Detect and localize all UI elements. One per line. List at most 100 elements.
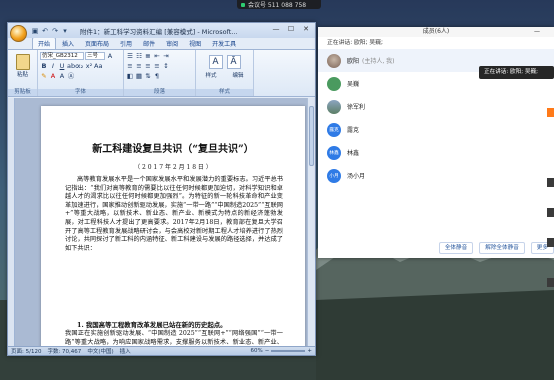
- italic-icon[interactable]: I: [49, 62, 57, 70]
- status-bar: 页面: 5/120 字数: 70,467 中文(中国) 插入 60% − +: [8, 346, 315, 355]
- tab-page-layout[interactable]: 页面布局: [80, 38, 114, 49]
- office-button-icon[interactable]: [10, 25, 27, 42]
- align-right-icon[interactable]: ≡: [144, 62, 152, 70]
- tab-developer[interactable]: 开发工具: [207, 38, 241, 49]
- participants-header: 成员(6人) —: [318, 27, 554, 37]
- bullets-icon[interactable]: ☰: [126, 52, 134, 60]
- unmute-all-button[interactable]: 解除全体静音: [479, 242, 525, 254]
- status-language[interactable]: 中文(中国): [87, 347, 113, 355]
- dock-mic-icon[interactable]: [547, 208, 554, 217]
- tab-insert[interactable]: 插入: [57, 38, 79, 49]
- quick-access-toolbar: ▣ ↶ ↷ ▾: [31, 27, 69, 35]
- vertical-scrollbar[interactable]: [307, 98, 315, 348]
- sort-icon[interactable]: ⇅: [144, 72, 152, 80]
- save-icon[interactable]: ▣: [31, 27, 39, 35]
- avatar: 小月: [327, 168, 341, 183]
- font-color-icon[interactable]: A: [49, 72, 57, 80]
- scrollbar-thumb[interactable]: [309, 106, 314, 166]
- participant-name: 露克: [347, 127, 360, 134]
- dock-mic-icon[interactable]: [547, 178, 554, 187]
- change-styles-icon[interactable]: Ā: [226, 55, 241, 69]
- group-styles: A Ā 样式 编辑 样式: [196, 50, 254, 96]
- participant-name: 欧阳: [347, 58, 360, 65]
- meeting-id-bar[interactable]: 会议号 511 088 758: [237, 0, 321, 9]
- participant-row[interactable]: 露克 露克: [318, 118, 554, 141]
- status-words[interactable]: 字数: 70,467: [47, 347, 81, 355]
- group-font-label: 字体: [38, 89, 123, 96]
- tab-review[interactable]: 审阅: [161, 38, 183, 49]
- line-spacing-icon[interactable]: ↕: [162, 62, 170, 70]
- group-paragraph-label: 段落: [124, 89, 195, 96]
- speaking-indicator: 正在讲话: 欧阳; 吴巍;: [327, 40, 383, 46]
- shading-icon[interactable]: ◧: [126, 72, 134, 80]
- align-center-icon[interactable]: ≡: [135, 62, 143, 70]
- window-title: 附件1：新工科学习资料汇编 [兼容模式] - Microsoft...: [80, 28, 238, 36]
- minimize-icon[interactable]: —: [269, 24, 283, 35]
- ribbon: 粘贴 剪贴板 仿宋_GB2312 三号 A B I U abc x₂ x² Aa…: [8, 49, 315, 97]
- document-area[interactable]: 新工科建设复旦共识（“复旦共识”） （ 2 0 1 7 年 2 月 1 8 日 …: [8, 98, 315, 348]
- participant-row[interactable]: 小月 汤小月: [318, 164, 554, 187]
- styles-label[interactable]: 样式: [205, 71, 216, 79]
- zoom-control: 60% − +: [251, 348, 315, 354]
- highlight-icon[interactable]: ✎: [40, 72, 48, 80]
- participant-name: 汤小月: [347, 173, 366, 180]
- paste-icon[interactable]: [15, 54, 30, 70]
- bold-icon[interactable]: B: [40, 62, 48, 70]
- redo-icon[interactable]: ↷: [51, 27, 59, 35]
- decrease-indent-icon[interactable]: ⇤: [153, 52, 161, 60]
- char-shading-icon[interactable]: A: [58, 72, 66, 80]
- zoom-level[interactable]: 60%: [251, 348, 263, 354]
- multilevel-icon[interactable]: ≣: [144, 52, 152, 60]
- superscript-icon[interactable]: x²: [85, 62, 93, 70]
- styles-gallery-icon[interactable]: A: [208, 55, 223, 69]
- avatar: [327, 53, 341, 68]
- participant-name: 徐军利: [347, 104, 366, 111]
- document-page[interactable]: 新工科建设复旦共识（“复旦共识”） （ 2 0 1 7 年 2 月 1 8 日 …: [41, 106, 305, 348]
- grow-font-icon[interactable]: A: [106, 52, 114, 60]
- zoom-slider[interactable]: [271, 350, 306, 352]
- participant-row[interactable]: 徐军利: [318, 95, 554, 118]
- mute-all-button[interactable]: 全体静音: [438, 242, 474, 254]
- participant-row[interactable]: 林鑫 林鑫: [318, 141, 554, 164]
- document-title: 新工科建设复旦共识（“复旦共识”）: [92, 144, 254, 155]
- close-icon[interactable]: ✕: [299, 24, 313, 35]
- avatar: 露克: [327, 122, 341, 137]
- zoom-out-icon[interactable]: −: [265, 348, 270, 354]
- borders-icon[interactable]: ▦: [135, 72, 143, 80]
- word-titlebar: ▣ ↶ ↷ ▾ 附件1：新工科学习资料汇编 [兼容模式] - Microsoft…: [8, 23, 315, 42]
- document-date: （ 2 0 1 7 年 2 月 1 8 日 ）: [134, 164, 212, 171]
- tab-home[interactable]: 开始: [32, 37, 57, 49]
- underline-icon[interactable]: U: [58, 62, 66, 70]
- align-left-icon[interactable]: ≡: [126, 62, 134, 70]
- minimize-panel-icon[interactable]: —: [534, 27, 540, 37]
- tab-references[interactable]: 引用: [115, 38, 137, 49]
- enclose-char-icon[interactable]: Ⓐ: [67, 72, 75, 80]
- qat-dropdown-icon[interactable]: ▾: [61, 27, 69, 35]
- justify-icon[interactable]: ≡: [153, 62, 161, 70]
- font-size-select[interactable]: 三号: [85, 52, 105, 60]
- paste-label[interactable]: 粘贴: [10, 70, 35, 78]
- dock-mic-icon[interactable]: [547, 278, 554, 287]
- participants-actions: 全体静音 解除全体静音 更多: [318, 238, 554, 258]
- font-name-select[interactable]: 仿宋_GB2312: [40, 52, 84, 60]
- status-page[interactable]: 页面: 5/120: [11, 347, 41, 355]
- undo-icon[interactable]: ↶: [41, 27, 49, 35]
- tab-view[interactable]: 视图: [184, 38, 206, 49]
- edit-label[interactable]: 编辑: [232, 71, 243, 79]
- increase-indent-icon[interactable]: ⇥: [162, 52, 170, 60]
- subscript-icon[interactable]: x₂: [76, 62, 84, 70]
- change-case-icon[interactable]: Aa: [94, 62, 102, 70]
- numbering-icon[interactable]: ☷: [135, 52, 143, 60]
- strikethrough-icon[interactable]: abc: [67, 62, 79, 70]
- zoom-in-icon[interactable]: +: [307, 348, 312, 354]
- participant-name: 吴巍: [347, 81, 360, 88]
- document-paragraph-1: 高等教育发展水平是一个国家发展水平和发展潜力的重要标志。习近平总书记指出：“我们…: [65, 176, 283, 252]
- dock-indicator[interactable]: [547, 108, 554, 117]
- participant-role: (主持人, 我): [362, 58, 395, 65]
- status-mode[interactable]: 插入: [120, 347, 131, 355]
- show-marks-icon[interactable]: ¶: [153, 72, 161, 80]
- dock-mic-icon[interactable]: [547, 238, 554, 247]
- tab-mailings[interactable]: 邮件: [138, 38, 160, 49]
- maximize-icon[interactable]: ☐: [284, 24, 298, 35]
- group-styles-label: 样式: [196, 89, 253, 96]
